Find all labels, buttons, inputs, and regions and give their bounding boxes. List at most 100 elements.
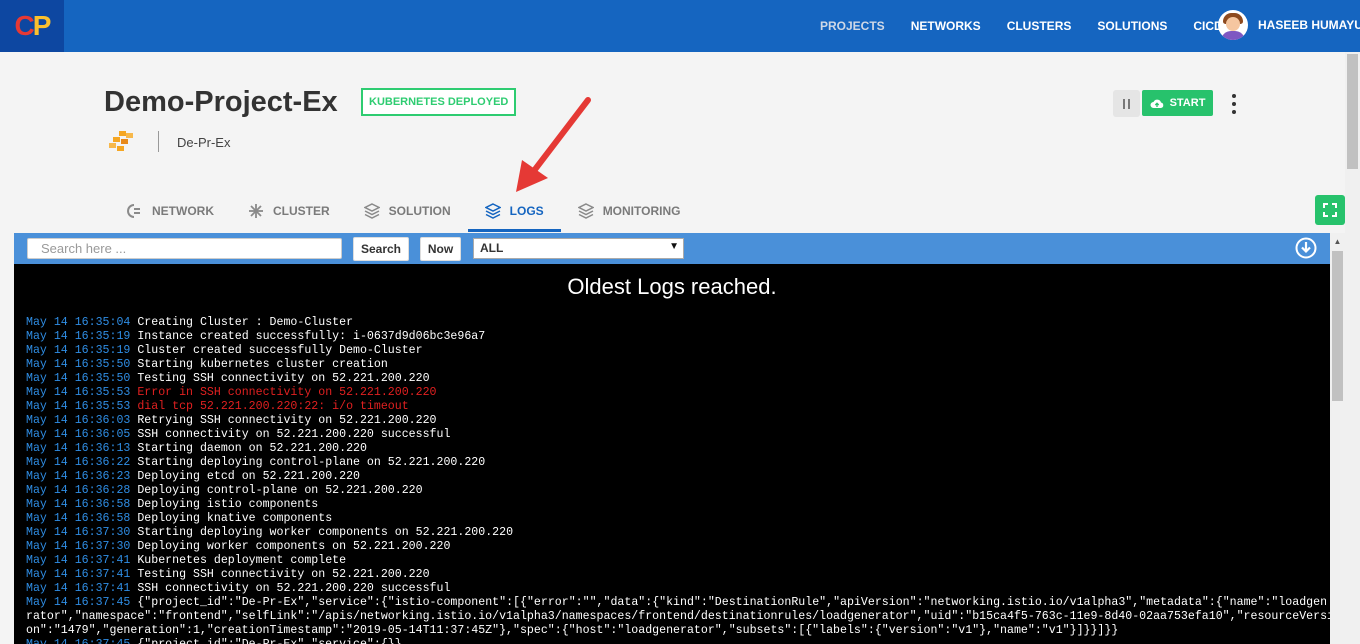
log-timestamp: May 14 16:37:30 xyxy=(26,526,131,539)
log-message: Instance created successfully: i-0637d9d… xyxy=(137,330,486,343)
more-options-icon[interactable] xyxy=(1229,94,1239,114)
logo-letter-c: C xyxy=(14,10,35,41)
page-scrollbar[interactable] xyxy=(1345,52,1360,644)
download-icon[interactable] xyxy=(1295,237,1317,259)
log-line: May 14 16:37:30 Deploying worker compone… xyxy=(26,540,1326,554)
log-toolbar: Search Now ALL ▼ xyxy=(14,233,1345,264)
log-line: May 14 16:37:30 Starting deploying worke… xyxy=(26,526,1326,540)
tab-network-label: NETWORK xyxy=(152,204,214,218)
log-line: May 14 16:37:45 {"project_id":"De-Pr-Ex"… xyxy=(26,596,1326,610)
log-timestamp: May 14 16:37:30 xyxy=(26,540,131,553)
tab-logs-label: LOGS xyxy=(509,204,544,218)
log-timestamp: May 14 16:36:28 xyxy=(26,484,131,497)
log-message: Deploying worker components on 52.221.20… xyxy=(137,540,451,553)
monitoring-icon xyxy=(577,203,594,219)
log-line: May 14 16:37:41 SSH connectivity on 52.2… xyxy=(26,582,1326,596)
log-message: Testing SSH connectivity on 52.221.200.2… xyxy=(137,372,430,385)
log-message: Kubernetes deployment complete xyxy=(137,554,347,567)
start-button[interactable]: START xyxy=(1142,90,1213,116)
now-button[interactable]: Now xyxy=(420,237,461,261)
log-level-select[interactable]: ALL ▼ xyxy=(473,238,684,259)
scroll-thumb[interactable] xyxy=(1332,251,1343,401)
log-line: May 14 16:35:19 Cluster created successf… xyxy=(26,344,1326,358)
nav-projects[interactable]: PROJECTS xyxy=(820,19,885,33)
tab-cluster[interactable]: CLUSTER xyxy=(231,190,347,232)
pause-button[interactable] xyxy=(1113,90,1140,117)
log-timestamp: May 14 16:36:05 xyxy=(26,428,131,441)
tab-solution[interactable]: SOLUTION xyxy=(347,190,468,232)
log-timestamp: May 14 16:37:45 xyxy=(26,596,131,609)
log-line: May 14 16:36:13 Starting daemon on 52.22… xyxy=(26,442,1326,456)
log-timestamp: May 14 16:36:58 xyxy=(26,498,131,511)
log-message: Cluster created successfully Demo-Cluste… xyxy=(137,344,423,357)
log-message: {"project_id":"De-Pr-Ex","service":{}} xyxy=(130,638,401,644)
log-line: May 14 16:36:05 SSH connectivity on 52.2… xyxy=(26,428,1326,442)
log-message: Starting daemon on 52.221.200.220 xyxy=(137,442,367,455)
log-lines: May 14 16:35:04 Creating Cluster : Demo-… xyxy=(26,316,1330,644)
log-line: May 14 16:36:23 Deploying etcd on 52.221… xyxy=(26,470,1326,484)
search-button[interactable]: Search xyxy=(353,237,409,261)
tab-logs[interactable]: LOGS xyxy=(467,190,561,232)
log-message: SSH connectivity on 52.221.200.220 succe… xyxy=(137,428,451,441)
log-message: Creating Cluster : Demo-Cluster xyxy=(137,316,354,329)
user-menu[interactable]: HASEEB HUMAYUN xyxy=(1218,10,1360,40)
log-line: May 14 16:35:04 Creating Cluster : Demo-… xyxy=(26,316,1326,330)
log-level-value: ALL xyxy=(480,241,504,255)
annotation-arrow xyxy=(516,97,591,192)
tab-solution-label: SOLUTION xyxy=(388,204,451,218)
main-nav: PROJECTS NETWORKS CLUSTERS SOLUTIONS CIC… xyxy=(820,0,1249,52)
log-timestamp: May 14 16:37:45 xyxy=(26,638,130,644)
log-timestamp: May 14 16:36:03 xyxy=(26,414,131,427)
log-message: Deploying control-plane on 52.221.200.22… xyxy=(137,484,423,497)
log-console: Oldest Logs reached. May 14 16:35:04 Cre… xyxy=(14,264,1330,644)
log-timestamp: May 14 16:37:41 xyxy=(26,582,131,595)
log-scrollbar[interactable]: ▲ xyxy=(1330,233,1345,644)
app-logo[interactable]: CP xyxy=(0,0,64,52)
log-continuation-line: May 14 16:37:45 {"project_id":"De-Pr-Ex"… xyxy=(26,638,1326,644)
nav-solutions[interactable]: SOLUTIONS xyxy=(1097,19,1167,33)
log-line: May 14 16:36:22 Starting deploying contr… xyxy=(26,456,1326,470)
log-timestamp: May 14 16:36:22 xyxy=(26,456,131,469)
log-message: Starting deploying control-plane on 52.2… xyxy=(137,456,486,469)
nav-clusters[interactable]: CLUSTERS xyxy=(1007,19,1072,33)
page-title: Demo-Project-Ex xyxy=(104,86,338,118)
log-timestamp: May 14 16:35:50 xyxy=(26,358,131,371)
fullscreen-button[interactable] xyxy=(1315,195,1345,225)
status-badge: KUBERNETES DEPLOYED xyxy=(361,88,517,116)
scroll-up-icon[interactable]: ▲ xyxy=(1330,233,1345,249)
search-input[interactable] xyxy=(27,238,342,259)
log-timestamp: May 14 16:35:53 xyxy=(26,386,131,399)
log-timestamp: May 14 16:35:53 xyxy=(26,400,131,413)
log-message: Deploying knative components xyxy=(137,512,333,525)
project-tabs: NETWORK CLUSTER SOLUTION LOGS MONITORING xyxy=(108,190,697,232)
log-line: May 14 16:37:41 Testing SSH connectivity… xyxy=(26,568,1326,582)
fullscreen-icon xyxy=(1323,203,1337,217)
tab-monitoring-label: MONITORING xyxy=(602,204,681,218)
log-line: May 14 16:36:58 Deploying istio componen… xyxy=(26,498,1326,512)
log-line: May 14 16:35:19 Instance created success… xyxy=(26,330,1326,344)
log-message: dial tcp 52.221.200.220:22: i/o timeout xyxy=(137,400,409,413)
log-line: May 14 16:35:53 dial tcp 52.221.200.220:… xyxy=(26,400,1326,414)
network-icon xyxy=(127,204,140,218)
solution-icon xyxy=(363,203,380,219)
log-message: Starting kubernetes cluster creation xyxy=(137,358,388,371)
cluster-icon xyxy=(249,204,263,218)
page-scroll-thumb[interactable] xyxy=(1347,54,1358,169)
log-timestamp: May 14 16:35:19 xyxy=(26,330,131,343)
log-message: SSH connectivity on 52.221.200.220 succe… xyxy=(137,582,451,595)
nav-networks[interactable]: NETWORKS xyxy=(911,19,981,33)
log-message: Deploying etcd on 52.221.200.220 xyxy=(137,470,360,483)
log-line: May 14 16:35:50 Starting kubernetes clus… xyxy=(26,358,1326,372)
log-line: May 14 16:35:50 Testing SSH connectivity… xyxy=(26,372,1326,386)
tab-monitoring[interactable]: MONITORING xyxy=(561,190,698,232)
log-message: {"project_id":"De-Pr-Ex","service":{"ist… xyxy=(137,596,1326,609)
log-timestamp: May 14 16:35:04 xyxy=(26,316,131,329)
tab-network[interactable]: NETWORK xyxy=(108,190,231,232)
log-line: May 14 16:37:41 Kubernetes deployment co… xyxy=(26,554,1326,568)
log-message: Error in SSH connectivity on 52.221.200.… xyxy=(137,386,437,399)
log-timestamp: May 14 16:36:23 xyxy=(26,470,131,483)
log-timestamp: May 14 16:36:13 xyxy=(26,442,131,455)
oldest-logs-message: Oldest Logs reached. xyxy=(567,274,777,299)
log-message: Deploying istio components xyxy=(137,498,319,511)
user-name: HASEEB HUMAYUN xyxy=(1258,18,1360,32)
